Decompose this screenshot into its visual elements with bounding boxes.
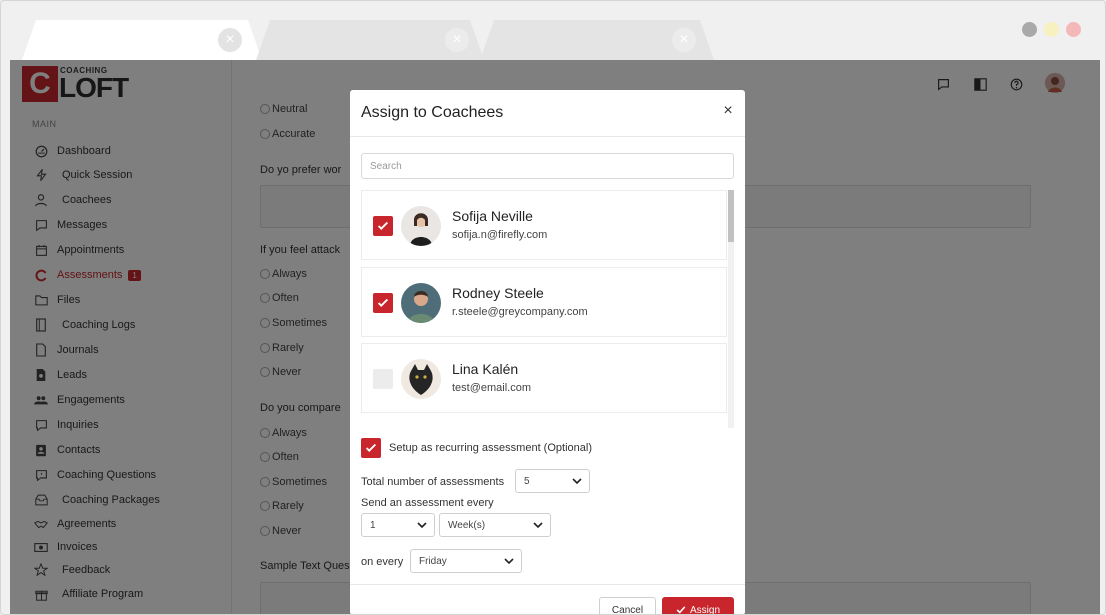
close-tab-icon[interactable]: × xyxy=(218,28,242,52)
assign-button-label: Assign xyxy=(689,604,720,615)
browser-tab-1[interactable]: × xyxy=(22,20,262,60)
search-input[interactable] xyxy=(361,153,734,179)
modal-header: Assign to Coachees × xyxy=(350,90,745,137)
window-minimize-dot[interactable] xyxy=(1022,22,1037,37)
close-icon[interactable]: × xyxy=(721,102,735,120)
coachee-card[interactable]: Lina Kalén test@email.com xyxy=(361,343,727,413)
close-tab-icon[interactable]: × xyxy=(672,28,696,52)
interval-unit-select[interactable]: Week(s) xyxy=(439,513,551,537)
scrollbar-thumb[interactable] xyxy=(728,190,734,242)
coachee-list: Sofija Neville sofija.n@firefly.com Rodn… xyxy=(361,190,737,428)
chevron-down-icon xyxy=(504,558,514,565)
modal-title: Assign to Coachees xyxy=(361,104,504,121)
coachee-email: r.steele@greycompany.com xyxy=(452,306,588,318)
browser-tab-3[interactable]: × xyxy=(480,20,714,60)
recurring-checkbox[interactable] xyxy=(361,438,381,458)
total-assessments-label: Total number of assessments xyxy=(361,476,505,488)
on-every-label: on every xyxy=(361,556,404,568)
select-value: 5 xyxy=(524,475,530,487)
window-maximize-dot[interactable] xyxy=(1044,22,1059,37)
coachee-avatar xyxy=(401,283,441,323)
recurring-label: Setup as recurring assessment (Optional) xyxy=(389,442,592,454)
recurring-option[interactable]: Setup as recurring assessment (Optional) xyxy=(361,438,592,458)
coachee-checkbox[interactable] xyxy=(373,216,393,236)
chevron-down-icon xyxy=(417,522,427,529)
assign-button[interactable]: Assign xyxy=(662,597,734,615)
coachee-avatar xyxy=(401,206,441,246)
close-tab-icon[interactable]: × xyxy=(445,28,469,52)
interval-select[interactable]: 1 xyxy=(361,513,435,537)
send-every-label: Send an assessment every xyxy=(361,497,494,509)
check-icon xyxy=(377,221,389,230)
list-scrollbar[interactable] xyxy=(728,190,734,428)
check-icon xyxy=(365,443,377,452)
check-icon xyxy=(377,298,389,307)
modal-footer-divider xyxy=(350,584,745,585)
coachee-card[interactable]: Sofija Neville sofija.n@firefly.com xyxy=(361,190,727,260)
coachee-avatar xyxy=(401,359,441,399)
coachee-name: Rodney Steele xyxy=(452,285,544,301)
coachee-email: sofija.n@firefly.com xyxy=(452,229,548,241)
check-icon xyxy=(676,606,686,614)
chevron-down-icon xyxy=(533,522,543,529)
select-value: 1 xyxy=(370,519,376,531)
chevron-down-icon xyxy=(572,478,582,485)
select-value: Week(s) xyxy=(448,519,486,531)
browser-chrome: × × × xyxy=(0,0,1106,60)
select-value: Friday xyxy=(419,555,447,567)
assign-coachees-modal: Assign to Coachees × Sofija Neville sofi… xyxy=(350,90,745,615)
coachee-checkbox[interactable] xyxy=(373,369,393,389)
browser-tab-2[interactable]: × xyxy=(256,20,484,60)
total-assessments-select[interactable]: 5 xyxy=(515,469,590,493)
coachee-card[interactable]: Rodney Steele r.steele@greycompany.com xyxy=(361,267,727,337)
coachee-email: test@email.com xyxy=(452,382,532,394)
coachee-name: Sofija Neville xyxy=(452,208,533,224)
coachee-name: Lina Kalén xyxy=(452,361,519,377)
window-close-dot[interactable] xyxy=(1066,22,1081,37)
day-select[interactable]: Friday xyxy=(410,549,522,573)
cancel-button[interactable]: Cancel xyxy=(599,597,656,615)
coachee-checkbox[interactable] xyxy=(373,293,393,313)
